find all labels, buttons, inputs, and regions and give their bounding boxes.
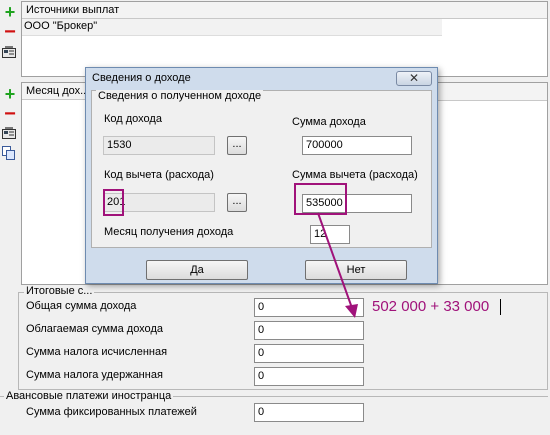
annotation-arrow-icon xyxy=(317,212,358,318)
annotation-text: 502 000 + 33 000 xyxy=(372,298,490,315)
text-cursor xyxy=(500,299,501,315)
